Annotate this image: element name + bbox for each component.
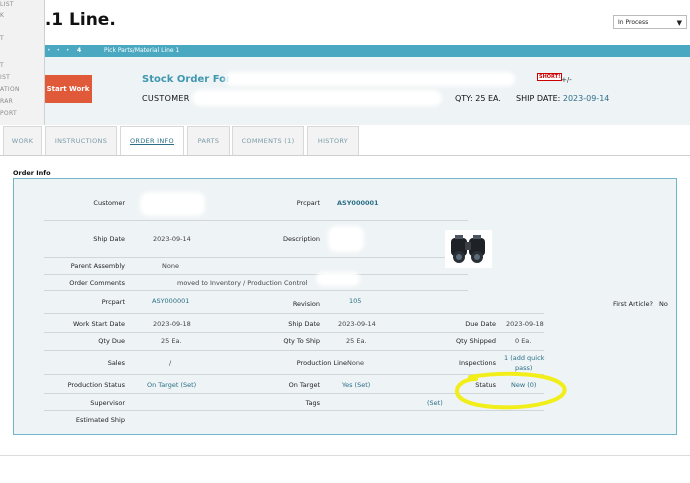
inspections-label: Inspections (459, 359, 496, 367)
breadcrumb-step[interactable]: 4 (77, 47, 81, 54)
qty-due-value: 25 Ea. (161, 337, 182, 345)
parent-assembly-label: Parent Assembly (70, 262, 125, 270)
ship-date-value: 2023-09-14 (562, 94, 610, 103)
customer-header-label: CUSTOMER (142, 94, 190, 103)
menu-item[interactable]: RAR (0, 98, 13, 105)
redacted-area (140, 192, 205, 216)
ship-date-label-2: Ship Date (288, 320, 320, 328)
production-line-label: Production Line (296, 359, 347, 367)
due-date-label: Due Date (465, 320, 496, 328)
overflow-menu: LIST K T T IST ATION RAR PORT (0, 0, 45, 125)
highlight-annotation (454, 371, 567, 410)
qty-header: QTY: 25 EA. (455, 94, 501, 103)
prcpart-label: Prcpart (296, 199, 320, 207)
menu-item[interactable]: LIST (0, 1, 14, 8)
menu-item[interactable]: ATION (0, 86, 20, 93)
ship-date-value: 2023-09-14 (153, 235, 191, 243)
stock-order-title: Stock Order For (142, 74, 231, 85)
tab-comments[interactable]: COMMENTS (1) (232, 126, 304, 155)
work-start-label: Work Start Date (72, 320, 125, 328)
start-work-button[interactable]: Start Work (44, 75, 92, 103)
supervisor-label: Supervisor (90, 399, 125, 407)
menu-item[interactable]: T (0, 62, 4, 69)
ship-date-label: Ship Date (93, 235, 125, 243)
first-article-label: First Article? (612, 300, 653, 308)
production-line-value: None (347, 359, 364, 367)
row-divider (44, 257, 468, 258)
row-divider (44, 332, 544, 333)
qty-shipped-label: Qty Shipped (455, 337, 496, 345)
ship-date-label: SHIP DATE: (516, 94, 561, 103)
production-status-label: Production Status (67, 381, 125, 389)
tab-history[interactable]: HISTORY (307, 126, 359, 155)
parent-assembly-value: None (162, 262, 179, 270)
work-start-value: 2023-09-18 (153, 320, 191, 328)
redacted-area (192, 90, 442, 106)
order-comments-value: moved to Inventory / Production Control (177, 279, 308, 287)
redacted-area (225, 72, 515, 86)
first-article-value: No (659, 300, 668, 308)
tags-label: Tags (305, 399, 320, 407)
revision-label: Revision (292, 300, 320, 308)
menu-item[interactable]: T (0, 35, 4, 42)
qty-to-ship-value: 25 Ea. (346, 337, 367, 345)
order-info-panel (13, 178, 677, 435)
breadcrumb[interactable]: Pick Parts/Material Line 1 (104, 47, 179, 54)
short-badge: SHORT! (537, 73, 563, 81)
order-comments-label: Order Comments (69, 279, 125, 287)
chevron-down-icon: ▼ (676, 19, 682, 27)
due-date-value: 2023-09-18 (506, 320, 544, 328)
redacted-area (316, 272, 360, 286)
row-divider (44, 290, 468, 291)
ship-date-value-2: 2023-09-14 (338, 320, 376, 328)
plusminus-link[interactable]: +/- (561, 76, 572, 84)
inspections-link[interactable]: 1 (add quick (504, 354, 544, 362)
production-status-value[interactable]: On Target (Set) (147, 381, 196, 389)
step-dots: • • • (47, 47, 72, 54)
page-title: 3.1 Line. (33, 10, 116, 30)
menu-item[interactable]: K (0, 12, 4, 19)
tab-order-info[interactable]: ORDER INFO (120, 126, 184, 155)
customer-label: Customer (93, 199, 125, 207)
row-divider (44, 220, 468, 221)
qty-shipped-value: 0 Ea. (515, 337, 532, 345)
row-divider (44, 274, 468, 275)
estimated-ship-label: Estimated Ship (75, 416, 125, 424)
prcpart-link[interactable]: ASY000001 (337, 199, 379, 207)
row-divider (44, 350, 544, 351)
tab-work[interactable]: WORK (3, 126, 42, 155)
sales-value: / (169, 359, 172, 367)
on-target-value[interactable]: Yes (Set) (342, 381, 370, 389)
status-select-value: In Process (618, 19, 649, 26)
description-label: Description (282, 235, 320, 243)
prcpart-link-2[interactable]: ASY000001 (152, 297, 189, 305)
qty-due-label: Qty Due (98, 337, 125, 345)
qty-to-ship-label: Qty To Ship (283, 337, 320, 345)
tab-parts[interactable]: PARTS (187, 126, 230, 155)
tab-instructions[interactable]: INSTRUCTIONS (45, 126, 117, 155)
redacted-area (328, 226, 364, 252)
ship-date-header: SHIP DATE: 2023-09-14 (516, 94, 609, 103)
tags-set-link[interactable]: (Set) (427, 399, 443, 407)
product-thumbnail[interactable] (445, 230, 492, 268)
prcpart-label-2: Prcpart (101, 298, 125, 306)
footer-divider (0, 455, 690, 456)
menu-item[interactable]: PORT (0, 110, 17, 117)
status-select[interactable]: In Process ▼ (613, 15, 687, 29)
on-target-label: On Target (288, 381, 320, 389)
menu-item[interactable]: IST (0, 74, 10, 81)
sales-label: Sales (107, 359, 125, 367)
revision-value[interactable]: 105 (349, 297, 361, 305)
section-label: Order Info (13, 169, 51, 177)
row-divider (44, 313, 544, 314)
